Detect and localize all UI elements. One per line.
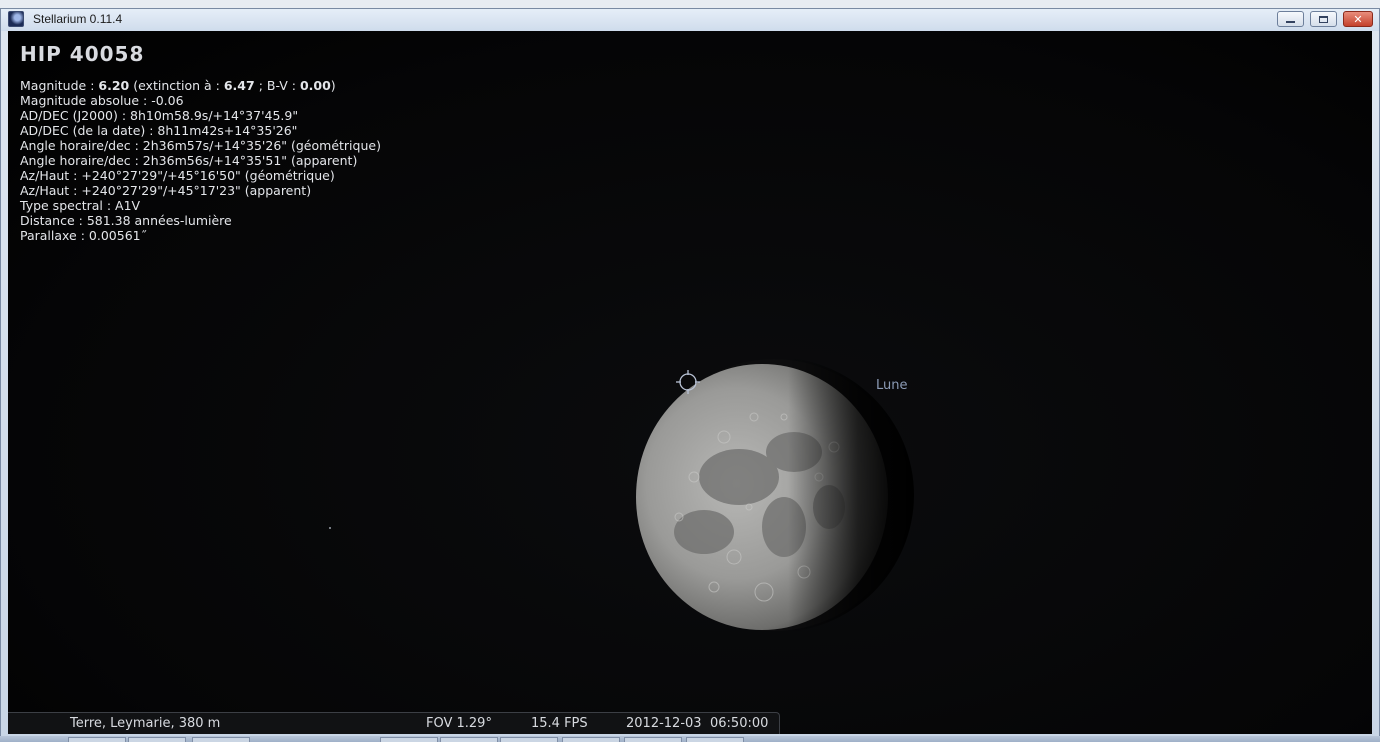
maximize-icon: [1319, 15, 1328, 23]
taskbar-item[interactable]: [192, 737, 250, 742]
taskbar-item[interactable]: [380, 737, 438, 742]
close-button[interactable]: ✕: [1343, 11, 1373, 27]
info-line: Az/Haut : +240°27'29"/+45°17'23" (appare…: [20, 183, 312, 198]
info-line: Angle horaire/dec : 2h36m56s/+14°35'51" …: [20, 153, 358, 168]
location-text[interactable]: Terre, Leymarie, 380 m: [70, 716, 220, 731]
info-line: Magnitude absolue : -0.06: [20, 93, 184, 108]
info-line: Az/Haut : +240°27'29"/+45°16'50" (géomét…: [20, 168, 335, 183]
taskbar-item[interactable]: [440, 737, 498, 742]
target-reticle-icon: [676, 370, 700, 394]
moon-label[interactable]: Lune: [876, 378, 908, 393]
taskbar-item[interactable]: [500, 737, 558, 742]
magnitude-line: Magnitude : 6.20 (extinction à : 6.47 ; …: [20, 78, 336, 93]
faint-star[interactable]: [329, 527, 331, 529]
stellarium-app-icon[interactable]: [8, 11, 24, 27]
info-line: AD/DEC (J2000) : 8h10m58.9s/+14°37'45.9": [20, 108, 299, 123]
taskbar-item[interactable]: [624, 737, 682, 742]
taskbar-item[interactable]: [128, 737, 186, 742]
time-text[interactable]: 06:50:00: [710, 716, 768, 731]
close-icon: ✕: [1353, 12, 1363, 26]
maximize-button[interactable]: [1310, 11, 1337, 27]
taskbar-item[interactable]: [686, 737, 744, 742]
info-line: Angle horaire/dec : 2h36m57s/+14°35'26" …: [20, 138, 381, 153]
title-bar[interactable]: Stellarium 0.11.4 ✕: [1, 9, 1379, 31]
window-title: Stellarium 0.11.4: [33, 12, 123, 26]
taskbar-item[interactable]: [562, 737, 620, 742]
minimize-icon: [1286, 21, 1295, 23]
status-bar: Terre, Leymarie, 380 m FOV 1.29° 15.4 FP…: [8, 712, 780, 734]
info-line: AD/DEC (de la date) : 8h11m42s+14°35'26": [20, 123, 298, 138]
info-line: Distance : 581.38 années-lumière: [20, 213, 232, 228]
info-line: Parallaxe : 0.00561˝: [20, 228, 147, 243]
date-text[interactable]: 2012-12-03: [626, 716, 702, 731]
object-name: HIP 40058: [20, 42, 145, 66]
minimize-button[interactable]: [1277, 11, 1304, 27]
info-line: Type spectral : A1V: [20, 198, 141, 213]
object-info-panel: HIP 40058 Magnitude : 6.20 (extinction à…: [20, 41, 381, 243]
fps-text: 15.4 FPS: [531, 716, 588, 731]
taskbar-item[interactable]: [68, 737, 126, 742]
moon-icon[interactable]: [634, 357, 914, 633]
sky-view[interactable]: HIP 40058 Magnitude : 6.20 (extinction à…: [8, 31, 1372, 734]
fov-text: FOV 1.29°: [426, 716, 492, 731]
